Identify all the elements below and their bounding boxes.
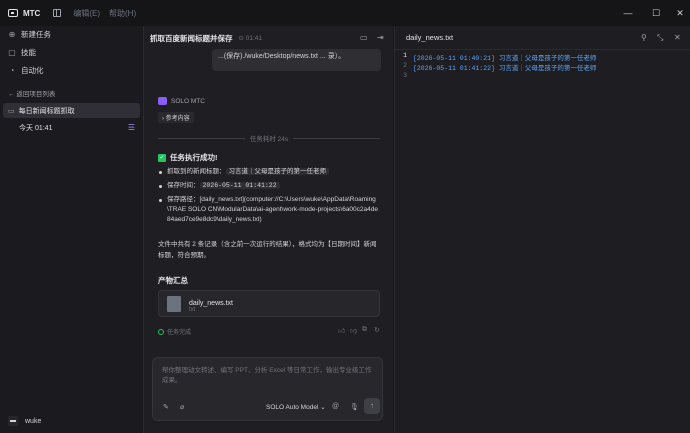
attach-icon[interactable]: ⌀ <box>180 403 184 411</box>
mention-icon[interactable]: @ <box>332 403 339 410</box>
close-icon[interactable]: ✕ <box>674 33 681 42</box>
check-icon: ✓ <box>158 153 166 162</box>
pin-icon[interactable]: ⚲ <box>641 33 647 42</box>
mic-icon[interactable]: 🎙︎ <box>350 403 359 411</box>
list-item: 保存路径：[daily_news.txt](computer://C:\User… <box>158 195 380 225</box>
artifact-ext: txt <box>189 307 196 313</box>
app-logo-icon <box>8 9 18 17</box>
reference-label: 参考内容 <box>165 116 190 122</box>
task-list-icon: ☰ <box>127 123 135 132</box>
new-task-icon: ⊕ <box>8 29 16 39</box>
artifact-name: daily_news.txt <box>189 300 233 307</box>
list-item: 抓取到的新闻标题： 习言道｜父母是孩子的第一任老师 <box>158 167 382 177</box>
line-number: 3 <box>403 72 407 79</box>
task-status: 任务完成 <box>158 327 191 336</box>
artifacts-title: 产物汇总 <box>158 276 188 285</box>
chat-header: 抓取百度新闻标题并保存 ⊙ 01:41 ▭ ⇥ <box>144 26 394 50</box>
collapse-icon[interactable]: ⤡ <box>657 33 663 43</box>
bullet-value: 习言道｜父母是孩子的第一任老师 <box>225 168 329 175</box>
editor-panel: daily_news.txt ⚲ ⤡ ✕ 1 [2026-05-11 01:40… <box>394 26 690 433</box>
panel-icon[interactable]: ▭ <box>360 33 368 42</box>
agent-label: SOLO MTC <box>158 97 205 105</box>
maximize-icon[interactable]: ☐ <box>646 0 666 26</box>
sidebar-item-new-task[interactable]: ⊕ 新建任务 <box>6 26 137 42</box>
back-to-projects-link[interactable]: ← 返回项目列表 <box>8 88 55 98</box>
line-text: [2026-05-11 01:40:21] 习言道｜父母是孩子的第一任老师 <box>413 55 597 62</box>
user-name: wuke <box>25 417 42 425</box>
success-title: 任务执行成功! <box>170 153 218 162</box>
back-label: 返回项目列表 <box>16 91 56 98</box>
code-line[interactable]: 2 [2026-05-11 01:41:22] 习言道｜父母是孩子的第一任老师 <box>395 62 690 72</box>
sidebar-item-label: 新建任务 <box>21 29 51 39</box>
input-placeholder: 帮你整理动文转述、编写 PPT、分析 Excel 等日常工作，输出专业级工作成果… <box>162 367 372 384</box>
editor-header: daily_news.txt ⚲ ⤡ ✕ <box>395 26 690 50</box>
model-selector[interactable]: SOLO Auto Model ⌄ <box>266 403 326 411</box>
thumbs-down-icon[interactable]: 👎︎ <box>350 326 357 335</box>
skill-icon: ▢ <box>8 47 16 57</box>
menu-help[interactable]: 帮助(H) <box>109 8 136 19</box>
agent-icon <box>158 97 167 105</box>
thumbs-up-icon[interactable]: 👍︎ <box>338 326 345 335</box>
bullet-label: 保存路径： <box>167 196 200 203</box>
project-item[interactable]: ▭ 每日新闻标题抓取 <box>3 103 140 118</box>
bullet-label: 抓取到的新闻标题： <box>167 168 226 175</box>
edit-icon[interactable]: ✎ <box>163 403 169 411</box>
chat-input[interactable]: 帮你整理动文转述、编写 PPT、分析 Excel 等日常工作，输出专业级工作成果… <box>152 357 383 421</box>
status-label: 任务完成 <box>167 330 192 336</box>
chat-time: ⊙ 01:41 <box>238 35 263 42</box>
artifact-card[interactable]: daily_news.txt txt <box>158 290 380 317</box>
code-line[interactable]: 3 <box>395 72 690 82</box>
editor-filename: daily_news.txt <box>406 33 454 42</box>
file-icon <box>167 295 181 312</box>
line-text: [2026-05-11 01:41:22] 习言道｜父母是孩子的第一任老师 <box>413 65 597 72</box>
user-profile[interactable]: wuke <box>8 416 41 426</box>
chat-time-value: 01:41 <box>245 35 263 42</box>
session-label: 今天 01:41 <box>19 124 53 132</box>
sidebar-item-label: 自动化 <box>21 65 44 75</box>
sidebar-item-automation[interactable]: ◔ 自动化 <box>6 62 137 78</box>
project-label: 每日新闻标题抓取 <box>18 107 75 115</box>
sidebar: ⊕ 新建任务 ▢ 技能 ◔ 自动化 ← 返回项目列表 ▭ 每日新闻标题抓取 今天… <box>0 26 143 433</box>
summary-text: 文件中共有 2 条记录（含之前一次运行的结果），格式均为【日期时间】新闻标题，符… <box>158 241 377 259</box>
layout-icon[interactable]: ⇥ <box>377 33 384 42</box>
menu-edit[interactable]: 编辑(E) <box>73 8 100 19</box>
reference-toggle[interactable]: › 参考内容 <box>158 112 194 123</box>
automation-icon: ◔ <box>9 65 15 75</box>
minimize-icon[interactable]: — <box>618 0 638 26</box>
title-bar: MTC 编辑(E) 帮助(H) — ☐ ✕ <box>0 0 690 26</box>
send-button[interactable]: ↑ <box>364 398 380 414</box>
sidebar-item-label: 技能 <box>21 47 36 57</box>
line-number: 2 <box>403 62 407 69</box>
session-item[interactable]: 今天 01:41 ☰ <box>3 120 140 135</box>
code-line[interactable]: 1 [2026-05-11 01:40:21] 习言道｜父母是孩子的第一任老师 <box>395 52 690 62</box>
line-number: 1 <box>403 52 407 59</box>
chat-title: 抓取百度新闻标题并保存 <box>150 33 233 43</box>
chat-panel: 抓取百度新闻标题并保存 ⊙ 01:41 ▭ ⇥ ...(保存)./wuke/De… <box>143 26 393 433</box>
refresh-icon[interactable]: ↻ <box>374 326 380 334</box>
success-heading: ✓ 任务执行成功! <box>158 152 218 163</box>
task-duration: 任务耗时 24s <box>249 136 289 143</box>
avatar <box>8 416 18 426</box>
list-item: 保存时间： 2026-05-11 01:41:22 <box>158 181 382 191</box>
bullet-link[interactable]: [daily_news.txt](computer://C:\Users\wuk… <box>167 196 378 223</box>
close-icon[interactable]: ✕ <box>670 0 690 26</box>
app-name: MTC <box>23 8 41 18</box>
sidebar-toggle-icon[interactable] <box>53 9 62 17</box>
agent-name: SOLO MTC <box>171 97 205 105</box>
user-message-bubble: ...(保存)./wuke/Desktop/news.txt ... 录）。 <box>212 49 381 71</box>
task-duration-divider: 任务耗时 24s <box>158 134 381 143</box>
sidebar-item-skills[interactable]: ▢ 技能 <box>6 44 137 60</box>
status-icon <box>158 328 164 335</box>
folder-icon: ▭ <box>8 107 15 115</box>
model-label: SOLO Auto Model <box>266 404 319 411</box>
bullet-label: 保存时间： <box>167 182 200 189</box>
copy-icon[interactable]: ⧉ <box>362 326 367 334</box>
bullet-code: 2026-05-11 01:41:22 <box>199 182 280 189</box>
